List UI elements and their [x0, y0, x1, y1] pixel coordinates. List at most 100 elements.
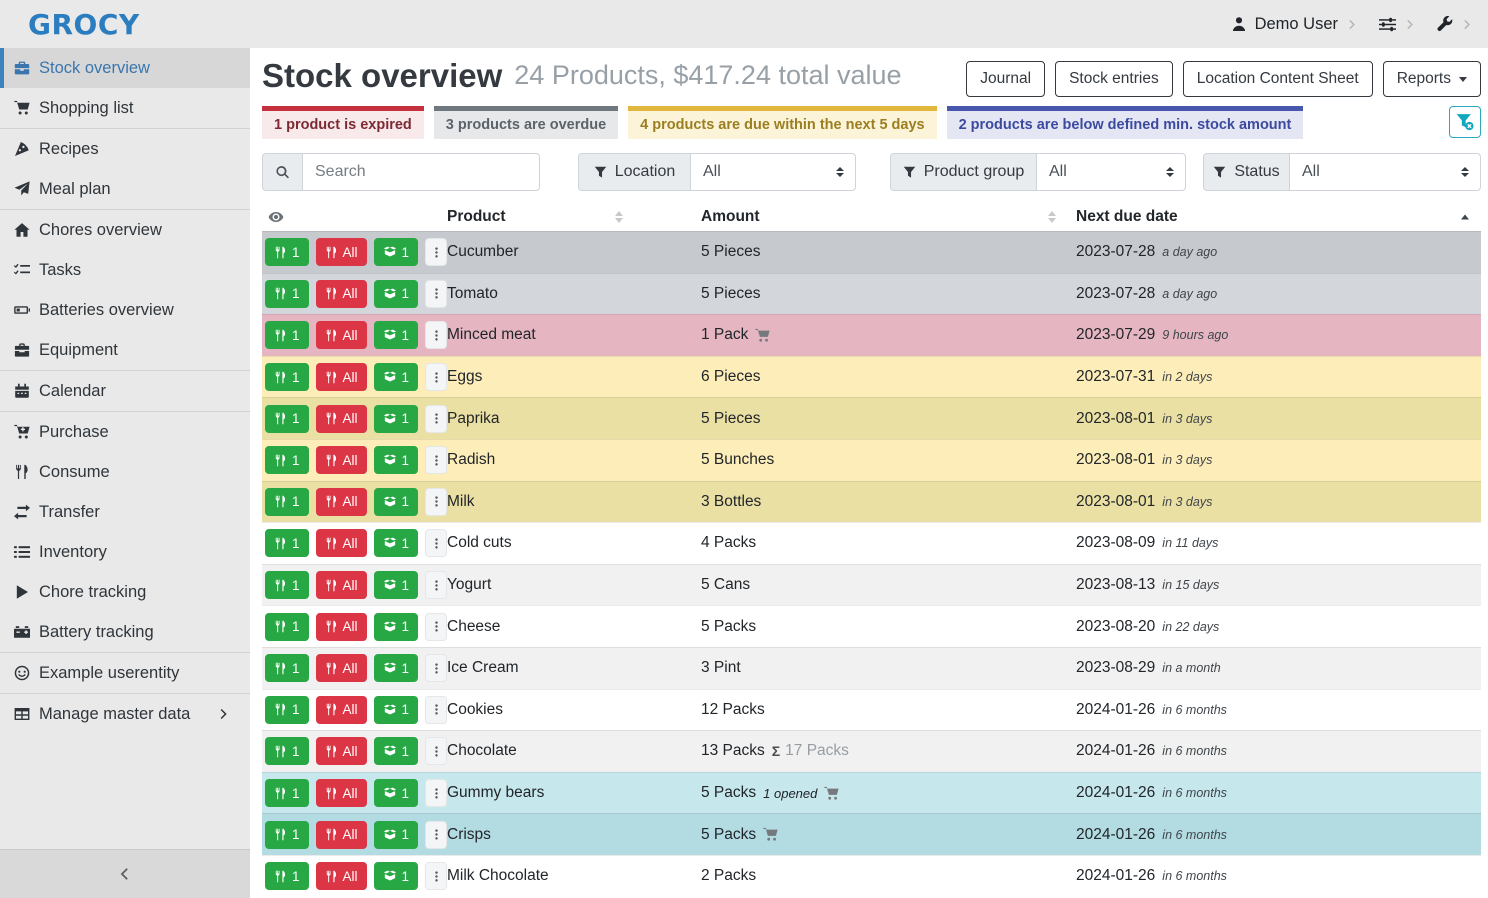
- row-menu-button[interactable]: [425, 821, 447, 849]
- product-name[interactable]: Paprika: [447, 410, 701, 428]
- row-menu-button[interactable]: [425, 862, 447, 890]
- banner-expired[interactable]: 1 product is expired: [262, 106, 424, 139]
- row-menu-button[interactable]: [425, 571, 447, 599]
- open-one-button[interactable]: 1: [374, 446, 419, 474]
- consume-all-button[interactable]: All: [316, 238, 367, 266]
- consume-one-button[interactable]: 1: [265, 280, 309, 308]
- sidebar-item-purchase[interactable]: Purchase: [0, 412, 250, 452]
- sidebar-item-consume[interactable]: Consume: [0, 452, 250, 492]
- row-menu-button[interactable]: [425, 405, 447, 433]
- row-menu-button[interactable]: [425, 529, 447, 557]
- product-name[interactable]: Cookies: [447, 701, 701, 719]
- consume-all-button[interactable]: All: [316, 779, 367, 807]
- column-visibility-header[interactable]: [262, 202, 447, 231]
- product-name[interactable]: Chocolate: [447, 742, 701, 760]
- journal-button[interactable]: Journal: [966, 61, 1045, 97]
- open-one-button[interactable]: 1: [374, 613, 419, 641]
- due-date-column-header[interactable]: Next due date: [1076, 202, 1481, 231]
- product-name[interactable]: Cucumber: [447, 243, 701, 261]
- open-one-button[interactable]: 1: [374, 238, 419, 266]
- sidebar-item-equipment[interactable]: Equipment: [0, 330, 250, 370]
- row-menu-button[interactable]: [425, 321, 447, 349]
- product-name[interactable]: Yogurt: [447, 576, 701, 594]
- product-name[interactable]: Cheese: [447, 618, 701, 636]
- open-one-button[interactable]: 1: [374, 862, 419, 890]
- settings-menu[interactable]: [1379, 16, 1415, 33]
- consume-one-button[interactable]: 1: [265, 405, 309, 433]
- open-one-button[interactable]: 1: [374, 363, 419, 391]
- product-name[interactable]: Tomato: [447, 285, 701, 303]
- consume-one-button[interactable]: 1: [265, 821, 309, 849]
- product-name[interactable]: Cold cuts: [447, 534, 701, 552]
- sidebar-item-transfer[interactable]: Transfer: [0, 492, 250, 532]
- sidebar-item-battery-tracking[interactable]: Battery tracking: [0, 612, 250, 652]
- consume-one-button[interactable]: 1: [265, 488, 309, 516]
- product-name[interactable]: Minced meat: [447, 326, 701, 344]
- app-logo[interactable]: GROCY: [28, 8, 140, 41]
- location-content-sheet-button[interactable]: Location Content Sheet: [1183, 61, 1373, 97]
- search-input[interactable]: [302, 153, 540, 191]
- banner-belowmin[interactable]: 2 products are below defined min. stock …: [947, 106, 1304, 139]
- open-one-button[interactable]: 1: [374, 696, 419, 724]
- product-name[interactable]: Gummy bears: [447, 784, 701, 802]
- open-one-button[interactable]: 1: [374, 321, 419, 349]
- row-menu-button[interactable]: [425, 737, 447, 765]
- row-menu-button[interactable]: [425, 446, 447, 474]
- consume-all-button[interactable]: All: [316, 488, 367, 516]
- sidebar-item-calendar[interactable]: Calendar: [0, 371, 250, 411]
- location-select[interactable]: All: [690, 153, 856, 191]
- consume-all-button[interactable]: All: [316, 363, 367, 391]
- amount-column-header[interactable]: Amount: [701, 202, 1076, 231]
- product-name[interactable]: Eggs: [447, 368, 701, 386]
- sidebar-item-recipes[interactable]: Recipes: [0, 129, 250, 169]
- status-select[interactable]: All: [1289, 153, 1481, 191]
- open-one-button[interactable]: 1: [374, 571, 419, 599]
- user-menu[interactable]: Demo User: [1231, 15, 1357, 34]
- sidebar-item-stock-overview[interactable]: Stock overview: [0, 48, 250, 88]
- sidebar-collapse-button[interactable]: [0, 849, 250, 898]
- consume-all-button[interactable]: All: [316, 571, 367, 599]
- product-column-header[interactable]: Product: [447, 202, 701, 231]
- consume-one-button[interactable]: 1: [265, 238, 309, 266]
- consume-one-button[interactable]: 1: [265, 654, 309, 682]
- consume-all-button[interactable]: All: [316, 446, 367, 474]
- consume-all-button[interactable]: All: [316, 821, 367, 849]
- row-menu-button[interactable]: [425, 696, 447, 724]
- product-name[interactable]: Milk: [447, 493, 701, 511]
- consume-one-button[interactable]: 1: [265, 613, 309, 641]
- row-menu-button[interactable]: [425, 613, 447, 641]
- open-one-button[interactable]: 1: [374, 654, 419, 682]
- consume-one-button[interactable]: 1: [265, 696, 309, 724]
- open-one-button[interactable]: 1: [374, 737, 419, 765]
- open-one-button[interactable]: 1: [374, 405, 419, 433]
- open-one-button[interactable]: 1: [374, 488, 419, 516]
- consume-all-button[interactable]: All: [316, 529, 367, 557]
- sidebar-item-example-userentity[interactable]: Example userentity: [0, 653, 250, 693]
- admin-menu[interactable]: [1437, 16, 1472, 32]
- consume-one-button[interactable]: 1: [265, 529, 309, 557]
- row-menu-button[interactable]: [425, 238, 447, 266]
- consume-all-button[interactable]: All: [316, 737, 367, 765]
- sidebar-item-manage-master-data[interactable]: Manage master data: [0, 694, 250, 734]
- consume-one-button[interactable]: 1: [265, 363, 309, 391]
- sidebar-item-batteries-overview[interactable]: Batteries overview: [0, 290, 250, 330]
- open-one-button[interactable]: 1: [374, 821, 419, 849]
- consume-all-button[interactable]: All: [316, 321, 367, 349]
- banner-due[interactable]: 4 products are due within the next 5 day…: [628, 106, 936, 139]
- product-name[interactable]: Milk Chocolate: [447, 867, 701, 885]
- stock-entries-button[interactable]: Stock entries: [1055, 61, 1173, 97]
- banner-overdue[interactable]: 3 products are overdue: [434, 106, 618, 139]
- consume-all-button[interactable]: All: [316, 696, 367, 724]
- consume-one-button[interactable]: 1: [265, 779, 309, 807]
- product-name[interactable]: Radish: [447, 451, 701, 469]
- product-name[interactable]: Ice Cream: [447, 659, 701, 677]
- consume-all-button[interactable]: All: [316, 862, 367, 890]
- reports-dropdown-button[interactable]: Reports: [1383, 61, 1481, 97]
- consume-one-button[interactable]: 1: [265, 446, 309, 474]
- consume-all-button[interactable]: All: [316, 280, 367, 308]
- sidebar-item-shopping-list[interactable]: Shopping list: [0, 88, 250, 128]
- row-menu-button[interactable]: [425, 363, 447, 391]
- consume-one-button[interactable]: 1: [265, 321, 309, 349]
- product-group-select[interactable]: All: [1036, 153, 1186, 191]
- open-one-button[interactable]: 1: [374, 280, 419, 308]
